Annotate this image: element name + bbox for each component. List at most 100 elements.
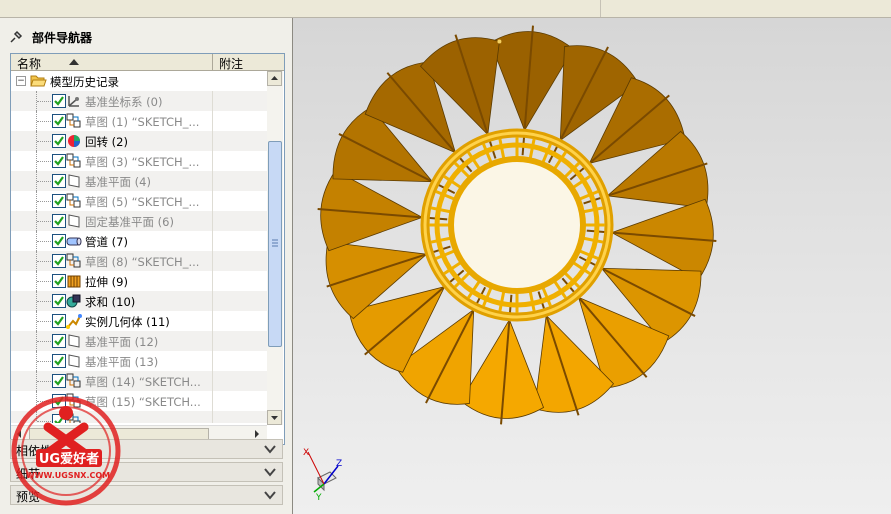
tree-item-row[interactable]: 草图 (5) “SKETCH_... — [11, 191, 267, 211]
folder-open-icon — [30, 75, 47, 87]
column-name-header[interactable]: 名称 — [17, 55, 41, 72]
ug-fans-watermark-logo: UG爱好者 WWW.UGSNX.COM — [11, 396, 121, 506]
inner-ring — [448, 156, 586, 294]
visibility-checkbox[interactable] — [52, 114, 66, 128]
tree-connector-line — [37, 341, 51, 342]
visibility-checkbox[interactable] — [52, 334, 66, 348]
note-cell — [212, 371, 267, 391]
tree-item-label: 草图 (8) “SKETCH_... — [85, 255, 200, 269]
tree-item-row[interactable]: 管道 (7) — [11, 231, 267, 251]
visibility-checkbox[interactable] — [52, 194, 66, 208]
toolbar-separator — [600, 0, 601, 17]
column-divider[interactable] — [212, 54, 213, 70]
graphics-viewport[interactable] — [293, 18, 891, 514]
tree-connector-line — [37, 281, 51, 282]
note-cell — [212, 331, 267, 351]
note-cell — [212, 171, 267, 191]
scroll-up-button[interactable] — [267, 71, 282, 86]
axis-z-label: Z — [336, 459, 342, 469]
tree-item-row[interactable]: 回转 (2) — [11, 131, 267, 151]
tree-item-row[interactable]: 基准平面 (12) — [11, 331, 267, 351]
sketch-icon — [66, 193, 81, 208]
check-icon — [54, 196, 64, 206]
tree-item-label: 草图 (5) “SKETCH_... — [85, 195, 200, 209]
check-icon — [54, 236, 64, 246]
column-note-header[interactable]: 附注 — [219, 55, 243, 72]
tree-item-row[interactable]: 实例几何体 (11) — [11, 311, 267, 331]
chevron-down-icon[interactable] — [264, 490, 276, 500]
visibility-checkbox[interactable] — [52, 174, 66, 188]
note-cell — [212, 411, 267, 423]
note-cell — [212, 311, 267, 331]
pin-icon[interactable] — [8, 29, 24, 45]
visibility-checkbox[interactable] — [52, 314, 66, 328]
arrow-right-icon[interactable] — [253, 429, 261, 439]
tree-connector-line — [37, 141, 51, 142]
tree-connector-line — [37, 241, 51, 242]
navigator-title-bar: 部件导航器 — [8, 28, 92, 46]
tree-item-row[interactable]: 基准平面 (13) — [11, 351, 267, 371]
shuttlecock-model[interactable] — [293, 18, 891, 514]
tree-connector-line — [37, 361, 51, 362]
visibility-checkbox[interactable] — [52, 154, 66, 168]
arrow-down-icon — [271, 416, 278, 420]
check-icon — [54, 256, 64, 266]
visibility-checkbox[interactable] — [52, 214, 66, 228]
tube-icon — [66, 237, 82, 246]
check-icon — [54, 216, 64, 226]
tree-connector-line — [37, 101, 51, 102]
tree-item-label: 基准坐标系 (0) — [85, 95, 163, 109]
visibility-checkbox[interactable] — [52, 354, 66, 368]
datum-csys-icon — [68, 96, 79, 107]
instance-geometry-icon — [66, 314, 82, 329]
collapse-toggle-icon[interactable]: − — [16, 76, 26, 86]
sketch-icon — [66, 253, 81, 268]
scroll-thumb[interactable] — [268, 141, 282, 347]
visibility-checkbox[interactable] — [52, 234, 66, 248]
visibility-checkbox[interactable] — [52, 134, 66, 148]
tree-item-row[interactable]: 草图 (3) “SKETCH_... — [11, 151, 267, 171]
chevron-down-icon[interactable] — [264, 467, 276, 477]
check-icon — [54, 96, 64, 106]
tree-item-label: 基准平面 (4) — [85, 175, 151, 189]
tree-item-label: 拉伸 (9) — [85, 275, 128, 289]
tree-connector-line — [37, 121, 51, 122]
tree-vertical-scrollbar[interactable] — [267, 71, 283, 425]
note-cell — [212, 191, 267, 211]
visibility-checkbox[interactable] — [52, 294, 66, 308]
tree-rows: − 模型历史记录 基准坐标系 (0) 草图 (1) “SKETCH_... 回转 (… — [11, 71, 267, 423]
unite-icon — [66, 294, 81, 308]
visibility-checkbox[interactable] — [52, 274, 66, 288]
visibility-checkbox[interactable] — [52, 94, 66, 108]
ring-spoke — [581, 236, 604, 244]
tree-item-row[interactable]: 基准坐标系 (0) — [11, 91, 267, 111]
note-cell — [212, 151, 267, 171]
tree-item-row[interactable]: 固定基准平面 (6) — [11, 211, 267, 231]
extrude-icon — [67, 275, 81, 288]
tree-item-label: 求和 (10) — [85, 295, 136, 309]
datum-plane-icon — [68, 354, 80, 368]
tree-item-label: 固定基准平面 (6) — [85, 215, 174, 229]
ring-spoke — [528, 138, 536, 161]
tree-item-row[interactable]: 草图 (1) “SKETCH_... — [11, 111, 267, 131]
check-icon — [54, 316, 64, 326]
scroll-down-button[interactable] — [267, 410, 282, 425]
tree-item-row[interactable]: 草图 (8) “SKETCH_... — [11, 251, 267, 271]
tree-connector-line — [37, 181, 51, 182]
tree-item-row[interactable]: 求和 (10) — [11, 291, 267, 311]
revolve-icon — [68, 135, 80, 147]
tree-root-model-history[interactable]: − 模型历史记录 — [11, 71, 267, 91]
check-icon — [54, 116, 64, 126]
tree-connector-line — [37, 221, 51, 222]
visibility-checkbox[interactable] — [52, 254, 66, 268]
check-icon — [54, 336, 64, 346]
watermark-url: WWW.UGSNX.COM — [26, 471, 110, 480]
chevron-down-icon[interactable] — [264, 444, 276, 454]
note-cell — [212, 291, 267, 311]
tree-item-row[interactable]: 基准平面 (4) — [11, 171, 267, 191]
note-cell — [212, 131, 267, 151]
ring-spoke — [498, 289, 506, 312]
tree-item-label: 管道 (7) — [85, 235, 128, 249]
tree-item-label: 基准平面 (13) — [85, 355, 159, 369]
tree-item-row[interactable]: 拉伸 (9) — [11, 271, 267, 291]
